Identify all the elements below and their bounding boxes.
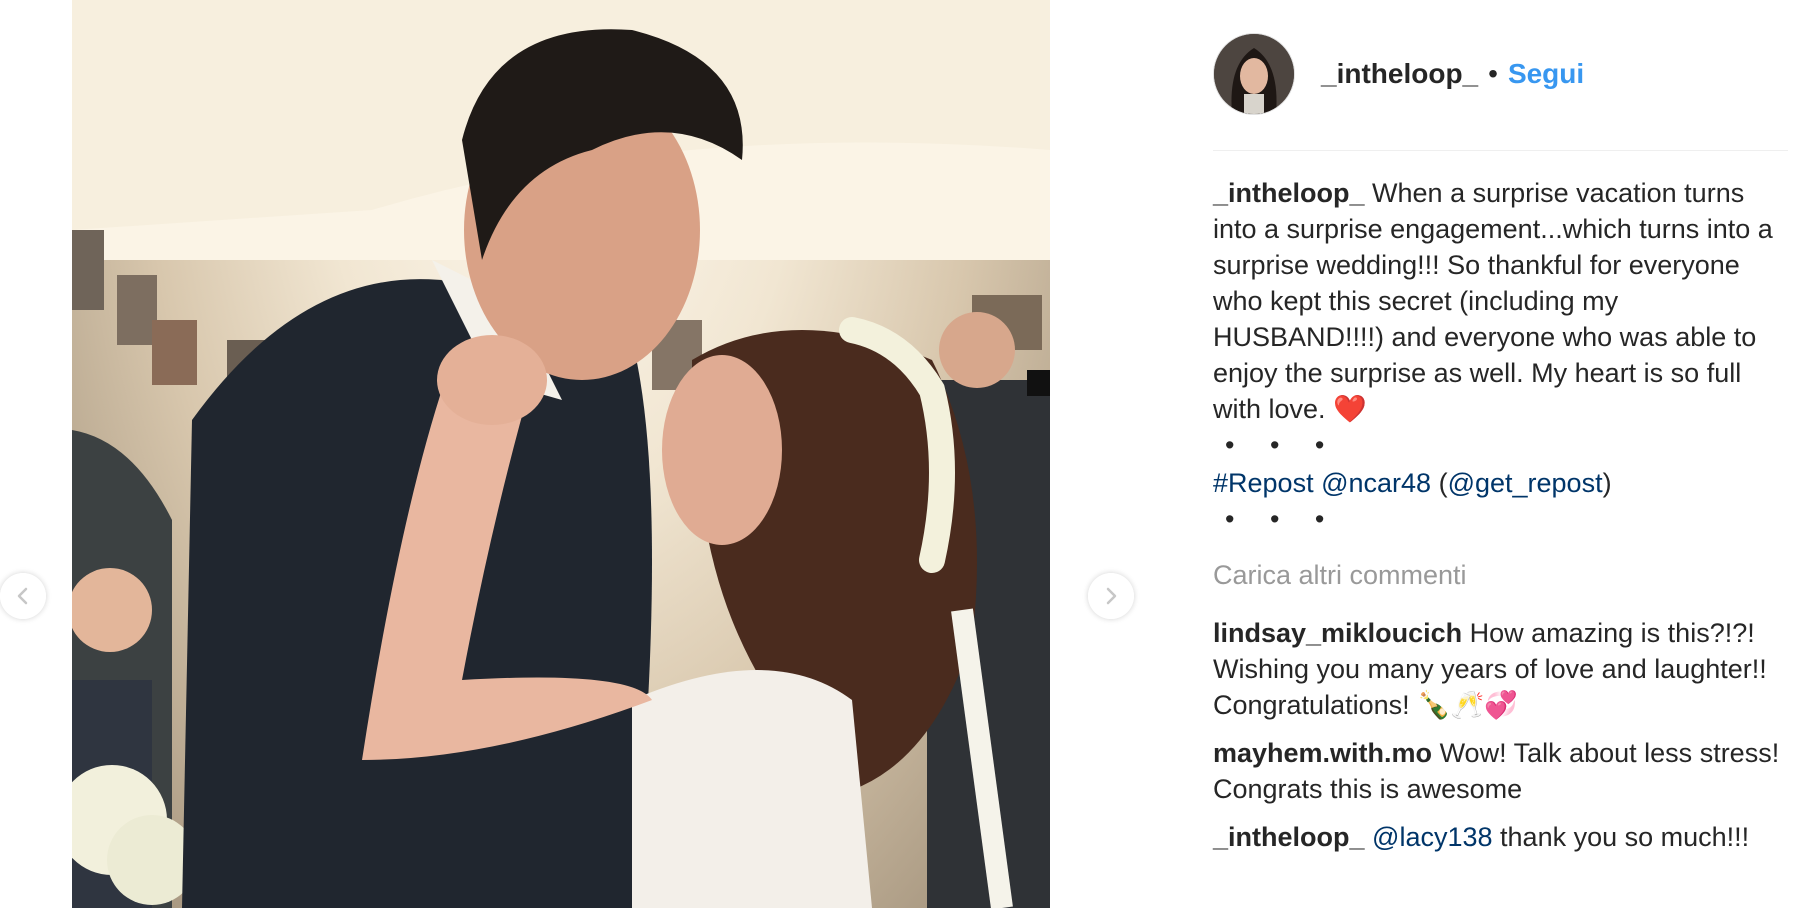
caption-username[interactable]: _intheloop_ [1213,178,1365,208]
header-username[interactable]: _intheloop_ [1321,58,1478,90]
repost-hashtag[interactable]: #Repost [1213,468,1314,498]
caption: _intheloop_ When a surprise vacation tur… [1213,175,1788,427]
repost-paren-open: ( [1438,468,1448,498]
avatar-image [1214,34,1294,114]
repost-ellipsis: • • • [1225,504,1339,534]
next-photo-button[interactable] [1088,573,1134,619]
caption-ellipsis: • • • [1225,430,1339,460]
comment-item: _intheloop_ @lacy138 thank you so much!!… [1213,819,1788,855]
comment-username[interactable]: lindsay_mikloucich [1213,618,1462,648]
chevron-right-icon [1106,587,1117,605]
post-sidebar: _intheloop_ • Segui _intheloop_ When a s… [1213,0,1788,908]
repost-line: #Repost @ncar48 (@get_repost) [1213,465,1788,501]
header-separator: • [1488,58,1498,89]
repost-source-mention[interactable]: @get_repost [1448,468,1603,498]
wedding-photo-illustration [72,0,1050,908]
chevron-left-icon [17,587,28,605]
comment-username[interactable]: _intheloop_ [1213,822,1365,852]
comment-mention[interactable]: @lacy138 [1372,822,1492,852]
divider [1213,150,1788,151]
caption-text: When a surprise vacation turns into a su… [1213,178,1773,424]
previous-photo-button[interactable] [0,573,46,619]
comment-username[interactable]: mayhem.with.mo [1213,738,1432,768]
comments-section: _intheloop_ When a surprise vacation tur… [1213,175,1788,867]
avatar[interactable] [1213,33,1295,115]
load-more-comments-link[interactable]: Carica altri commenti [1213,557,1788,593]
post-photo[interactable] [72,0,1050,908]
comment-item: lindsay_mikloucich How amazing is this?!… [1213,615,1788,723]
post-header: _intheloop_ • Segui [1213,33,1788,115]
follow-button[interactable]: Segui [1508,58,1584,90]
comment-emoji: 🍾🥂💞 [1417,690,1518,720]
repost-paren-close: ) [1602,468,1612,498]
repost-user-mention[interactable]: @ncar48 [1321,468,1431,498]
comment-text: thank you so much!!! [1500,822,1750,852]
heart-emoji: ❤️ [1333,394,1367,424]
comment-item: mayhem.with.mo Wow! Talk about less stre… [1213,735,1788,807]
